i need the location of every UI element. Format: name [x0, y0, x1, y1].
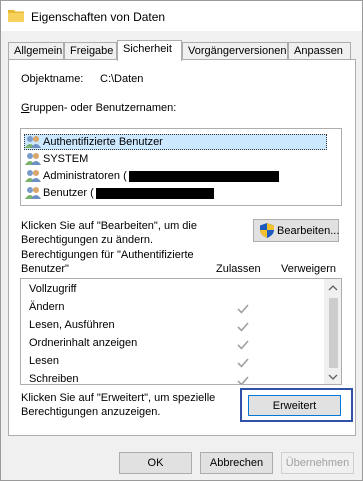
edit-hint-line2: Berechtigungen zu ändern.	[21, 234, 154, 246]
chevron-up-icon[interactable]	[328, 283, 338, 293]
groups-label: Gruppen- oder Benutzernamen:	[21, 102, 177, 114]
permission-row-label: Ordnerinhalt anzeigen	[29, 337, 138, 349]
apply-button[interactable]: Übernehmen	[281, 452, 354, 474]
tab-sicherheit[interactable]: Sicherheit	[117, 40, 182, 61]
list-item-label: SYSTEM	[43, 153, 89, 165]
check-icon	[237, 340, 249, 350]
users-icon	[25, 135, 41, 149]
properties-dialog: Eigenschaften von Daten Allgemein Freiga…	[0, 0, 363, 481]
redaction-bar	[95, 187, 214, 199]
list-item[interactable]: SYSTEM	[25, 151, 88, 167]
list-item[interactable]: Administratoren (	[25, 168, 279, 184]
tab-allgemein[interactable]: Allgemein	[8, 42, 64, 60]
title-bar[interactable]: Eigenschaften von Daten	[1, 1, 362, 31]
edit-button-label: Bearbeiten...	[277, 224, 340, 237]
users-icon	[25, 152, 41, 166]
list-item[interactable]: Benutzer (	[25, 185, 214, 201]
ok-button[interactable]: OK	[119, 452, 192, 474]
check-icon	[237, 322, 249, 332]
permission-row-label: Lesen	[29, 355, 59, 367]
tab-anpassen[interactable]: Anpassen	[288, 42, 351, 60]
tab-freigabe[interactable]: Freigabe	[64, 42, 117, 60]
object-name-label: Objektname:	[21, 73, 84, 85]
list-item[interactable]: Authentifizierte Benutzer	[24, 134, 327, 150]
check-icon	[237, 304, 249, 314]
object-name-value: C:\Daten	[100, 73, 144, 85]
permissions-scrollbar[interactable]	[324, 279, 341, 384]
security-panel: Objektname: C:\Daten Gruppen- oder Benut…	[8, 59, 356, 436]
permissions-title-line1: Berechtigungen für "Authentifizierte	[21, 249, 194, 261]
list-item-label: Authentifizierte Benutzer	[43, 136, 163, 148]
folder-icon	[8, 9, 24, 22]
window-title: Eigenschaften von Daten	[31, 10, 166, 24]
edit-button[interactable]: Bearbeiten...	[253, 219, 339, 242]
permission-row-label: Vollzugriff	[29, 283, 77, 295]
scrollbar-thumb[interactable]	[329, 298, 338, 368]
list-item-label: Benutzer (	[43, 187, 94, 199]
tab-strip: Allgemein Freigabe Sicherheit Vorgängerv…	[8, 40, 356, 61]
advanced-hint-line2: Berechtigungen anzuzeigen.	[21, 406, 161, 418]
edit-hint-line1: Klicken Sie auf "Bearbeiten", um die	[21, 220, 197, 232]
groups-label-text: ruppen- oder Benutzernamen:	[29, 102, 177, 114]
advanced-hint-line1: Klicken Sie auf "Erweitert", um speziell…	[21, 392, 216, 404]
list-item-label: Administratoren (	[43, 170, 127, 182]
permissions-listbox[interactable]: Vollzugriff Ändern Lesen, Ausführen Ordn…	[20, 278, 342, 385]
permission-row-label: Ändern	[29, 301, 65, 313]
uac-shield-icon	[260, 223, 274, 238]
advanced-button[interactable]: Erweitert	[248, 395, 341, 416]
cancel-button[interactable]: Abbrechen	[200, 452, 273, 474]
col-deny-header: Verweigern	[281, 263, 337, 275]
groups-listbox[interactable]: Authentifizierte Benutzer SYSTEM Adminis…	[20, 128, 342, 206]
tab-vorgaengerversionen[interactable]: Vorgängerversionen	[182, 42, 288, 60]
permissions-title-line2: Benutzer"	[21, 263, 69, 275]
permission-row-label: Lesen, Ausführen	[29, 319, 115, 331]
users-icon	[25, 169, 41, 183]
redaction-bar	[128, 170, 279, 182]
check-icon	[237, 358, 249, 368]
chevron-down-icon[interactable]	[328, 372, 338, 382]
permission-row-label: Schreiben	[29, 373, 79, 385]
users-icon	[25, 186, 41, 200]
check-icon	[237, 376, 249, 384]
col-allow-header: Zulassen	[216, 263, 261, 275]
